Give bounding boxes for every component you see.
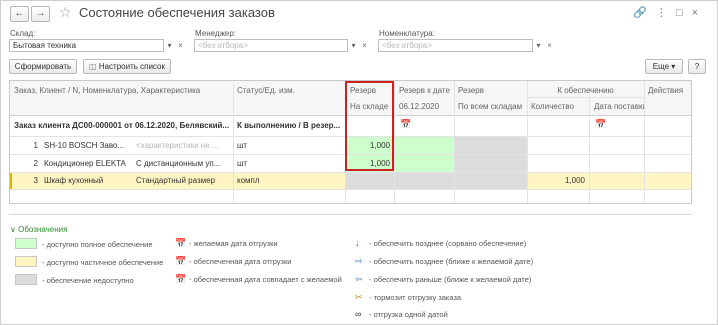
legend-blocks-text: - тормозит отгрузку заказа bbox=[369, 293, 462, 302]
earlier-icon: ⇦ bbox=[355, 274, 363, 284]
back-button[interactable]: ← bbox=[10, 6, 29, 22]
manager-dropdown-icon[interactable]: ▾ bbox=[348, 39, 359, 52]
blocks-shipment-icon: ✂ bbox=[355, 292, 363, 302]
col-supply-header[interactable]: К обеспечению bbox=[527, 86, 644, 95]
legend-one-date-text: - отгрузка одной датой bbox=[369, 310, 448, 319]
chevron-down-icon: ∨ bbox=[10, 225, 16, 234]
legend-later-broken-text: - обеспечить позднее (сорвано обеспечени… bbox=[369, 239, 527, 248]
nomenclature-label: Номенклатура: bbox=[379, 29, 435, 38]
warehouse-label: Склад: bbox=[10, 29, 36, 38]
maximize-icon[interactable]: □ bbox=[676, 7, 692, 19]
col-status-header[interactable]: Статус/Ед. изм. bbox=[237, 86, 343, 95]
item-characteristic[interactable]: <характеристики не ... bbox=[136, 141, 231, 150]
legend-partial-text: - доступно частичное обеспечение bbox=[42, 258, 164, 267]
forward-button[interactable]: → bbox=[31, 6, 50, 22]
favorite-star-icon[interactable]: ☆ bbox=[59, 4, 72, 21]
manager-label: Менеджер: bbox=[195, 29, 237, 38]
more-label: Еще bbox=[652, 62, 670, 71]
order-title[interactable]: Заказ клиента ДС00-000001 от 06.12.2020,… bbox=[14, 121, 232, 130]
col-reserve-date-header[interactable]: Резерв к дате bbox=[399, 86, 455, 95]
later-broken-icon: ↓ bbox=[355, 238, 360, 248]
arrow-left-icon: ← bbox=[14, 8, 25, 19]
legend-match-text: - обеспеченная дата совпадает с желаемой bbox=[189, 275, 342, 284]
item-supply-qty[interactable]: 1,000 bbox=[531, 176, 585, 185]
supplied-date-icon: 📅 bbox=[175, 256, 187, 266]
close-icon[interactable]: × bbox=[692, 7, 707, 19]
warehouse-clear-icon[interactable]: × bbox=[175, 39, 186, 52]
divider bbox=[9, 214, 692, 215]
item-unit: шт bbox=[237, 141, 248, 150]
reserve-highlight-box bbox=[345, 81, 394, 171]
nomenclature-clear-icon[interactable]: × bbox=[544, 39, 555, 52]
legend-desired-text: - желаемая дата отгрузки bbox=[189, 239, 278, 248]
nomenclature-field[interactable]: <без отбора> bbox=[378, 39, 533, 52]
orders-table: Заказ, Клиент / N, Номенклатура, Характе… bbox=[9, 80, 692, 204]
one-date-icon: ∞ bbox=[355, 309, 362, 319]
title-bar: ← → ☆ Состояние обеспечения заказов 🔗⋮□× bbox=[1, 1, 717, 27]
row-number: 2 bbox=[33, 159, 38, 168]
row-number: 3 bbox=[33, 176, 38, 185]
legend-later-text: - обеспечить позднее (ближе к желаемой д… bbox=[369, 257, 534, 266]
manager-field[interactable]: <без отбора> bbox=[194, 39, 348, 52]
help-button[interactable]: ? bbox=[688, 59, 706, 74]
col-reserve-all-sub-header[interactable]: По всем складам bbox=[458, 102, 526, 111]
date-match-icon: 📅 bbox=[175, 274, 187, 284]
configure-list-label: Настроить список bbox=[98, 62, 165, 71]
item-unit: компл bbox=[237, 176, 260, 185]
warehouse-field[interactable]: Бытовая техника bbox=[9, 39, 164, 52]
more-button[interactable]: Еще ▾ bbox=[645, 59, 683, 74]
settings-list-icon: ◫ bbox=[89, 62, 97, 71]
warehouse-dropdown-icon[interactable]: ▾ bbox=[164, 39, 175, 52]
item-name[interactable]: SH-10 BOSCH Заво... bbox=[44, 141, 132, 150]
page-title: Состояние обеспечения заказов bbox=[79, 5, 275, 20]
legend-full-text: - доступно полное обеспечение bbox=[42, 240, 153, 249]
form-report-button[interactable]: Сформировать bbox=[9, 59, 77, 74]
configure-list-button[interactable]: ◫ Настроить список bbox=[83, 59, 171, 74]
window-controls: 🔗⋮□× bbox=[633, 6, 707, 19]
desired-date-icon: 📅 bbox=[175, 238, 187, 248]
more-menu-icon[interactable]: ⋮ bbox=[656, 7, 676, 19]
legend-supplied-text: - обеспеченная дата отгрузки bbox=[189, 257, 292, 266]
legend-swatch-partial bbox=[15, 256, 37, 267]
arrow-right-icon: → bbox=[35, 8, 46, 19]
item-characteristic[interactable]: С дистанционным уп... bbox=[136, 159, 231, 168]
legend-swatch-none bbox=[15, 274, 37, 285]
row-number: 1 bbox=[33, 141, 38, 150]
item-name[interactable]: Кондиционер ELEKTA bbox=[44, 159, 132, 168]
legend-none-text: - обеспечение недоступно bbox=[42, 276, 134, 285]
link-icon[interactable]: 🔗 bbox=[633, 7, 656, 19]
nomenclature-dropdown-icon[interactable]: ▾ bbox=[533, 39, 544, 52]
manager-clear-icon[interactable]: × bbox=[359, 39, 370, 52]
col-qty-header[interactable]: Количество bbox=[531, 102, 589, 111]
desired-date-icon: 📅 bbox=[400, 119, 412, 129]
order-supply-window: ← → ☆ Состояние обеспечения заказов 🔗⋮□×… bbox=[0, 0, 718, 325]
col-order-header[interactable]: Заказ, Клиент / N, Номенклатура, Характе… bbox=[14, 86, 232, 95]
chevron-down-icon: ▾ bbox=[671, 62, 676, 71]
col-date-header[interactable]: Дата поставки bbox=[594, 102, 644, 111]
supplied-date-icon: 📅 bbox=[595, 119, 607, 129]
col-actions-header[interactable]: Действия bbox=[648, 86, 691, 95]
col-reserve-all-header[interactable]: Резерв bbox=[458, 86, 526, 95]
item-characteristic[interactable]: Стандартный размер bbox=[136, 176, 231, 185]
legend-earlier-text: - обеспечить раньше (ближе к желаемой да… bbox=[369, 275, 532, 284]
later-icon: ⇨ bbox=[355, 256, 363, 266]
legend-title-text: Обозначения bbox=[18, 225, 68, 234]
item-name[interactable]: Шкаф кухонный bbox=[44, 176, 132, 185]
item-unit: шт bbox=[237, 159, 248, 168]
col-reserve-date-sub-header[interactable]: 06.12.2020 bbox=[399, 102, 455, 111]
order-status[interactable]: К выполнению / В резер... bbox=[237, 121, 343, 130]
legend-title[interactable]: ∨ Обозначения bbox=[10, 225, 67, 234]
legend-swatch-full bbox=[15, 238, 37, 249]
